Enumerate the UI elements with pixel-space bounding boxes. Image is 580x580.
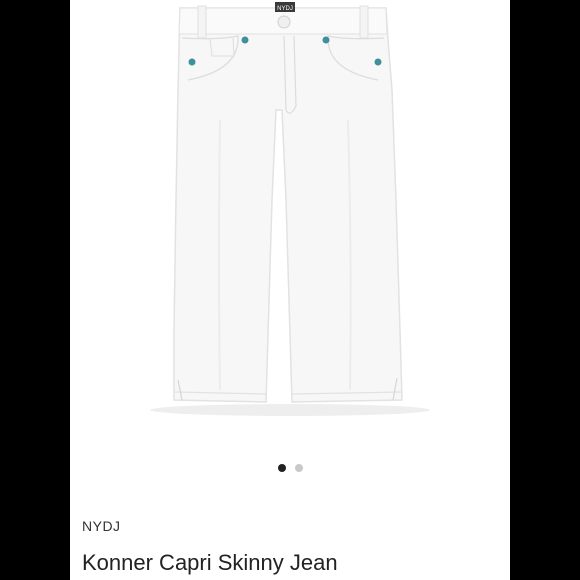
carousel-dot-2[interactable]: [294, 464, 303, 472]
product-image[interactable]: NYDJ: [70, 0, 510, 455]
product-info: NYDJ Konner Capri Skinny Jean: [70, 498, 510, 580]
carousel-pagination: [70, 464, 510, 472]
screen: NYDJ NYDJ Konner Capri Skinny Jean: [0, 0, 580, 580]
waistband-label: NYDJ: [277, 6, 293, 12]
product-image-carousel[interactable]: NYDJ: [70, 0, 510, 455]
product-title: Konner Capri Skinny Jean: [82, 550, 338, 575]
product-card: NYDJ NYDJ Konner Capri Skinny Jean: [70, 0, 510, 580]
carousel-dot-1[interactable]: [277, 464, 286, 472]
brand-name[interactable]: NYDJ: [82, 518, 121, 534]
